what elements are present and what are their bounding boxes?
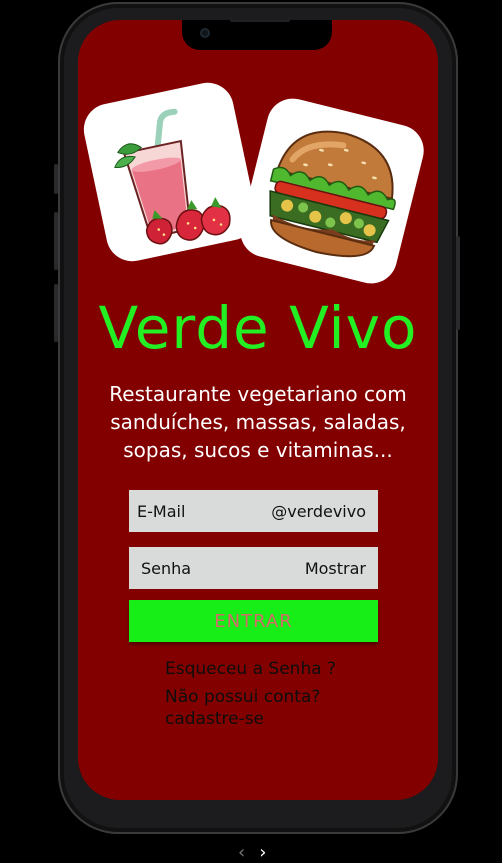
juice-glass-icon	[114, 108, 231, 245]
speaker	[230, 20, 290, 22]
camera-icon	[200, 28, 210, 38]
burger-icon	[269, 130, 396, 258]
page-navigation: ‹ ›	[238, 842, 278, 863]
chevron-left-icon[interactable]: ‹	[238, 842, 245, 863]
juice-card	[79, 77, 261, 267]
burger-card	[234, 93, 430, 289]
notch	[182, 20, 332, 50]
phone-volume-down	[54, 284, 58, 342]
phone-power-button	[456, 236, 460, 330]
signup-link[interactable]: Não possui conta? cadastre-se	[165, 686, 365, 730]
app-screen: Verde Vivo Restaurante vegetariano com s…	[78, 20, 438, 800]
password-label: Senha	[141, 558, 192, 578]
email-value: @verdevivo	[271, 501, 366, 521]
email-field[interactable]: E-Mail @verdevivo	[129, 490, 378, 532]
password-field[interactable]: Senha Mostrar	[129, 547, 378, 589]
login-button[interactable]: ENTRAR	[129, 600, 378, 642]
chevron-right-icon[interactable]: ›	[259, 842, 266, 863]
forgot-password-link[interactable]: Esqueceu a Senha ?	[165, 658, 336, 680]
app-title: Verde Vivo	[98, 294, 418, 362]
email-label: E-Mail	[137, 501, 186, 521]
phone-side-button	[54, 164, 58, 194]
phone-volume-up	[54, 212, 58, 270]
show-password-toggle[interactable]: Mostrar	[305, 559, 366, 578]
app-subtitle: Restaurante vegetariano com sanduíches, …	[109, 382, 407, 462]
